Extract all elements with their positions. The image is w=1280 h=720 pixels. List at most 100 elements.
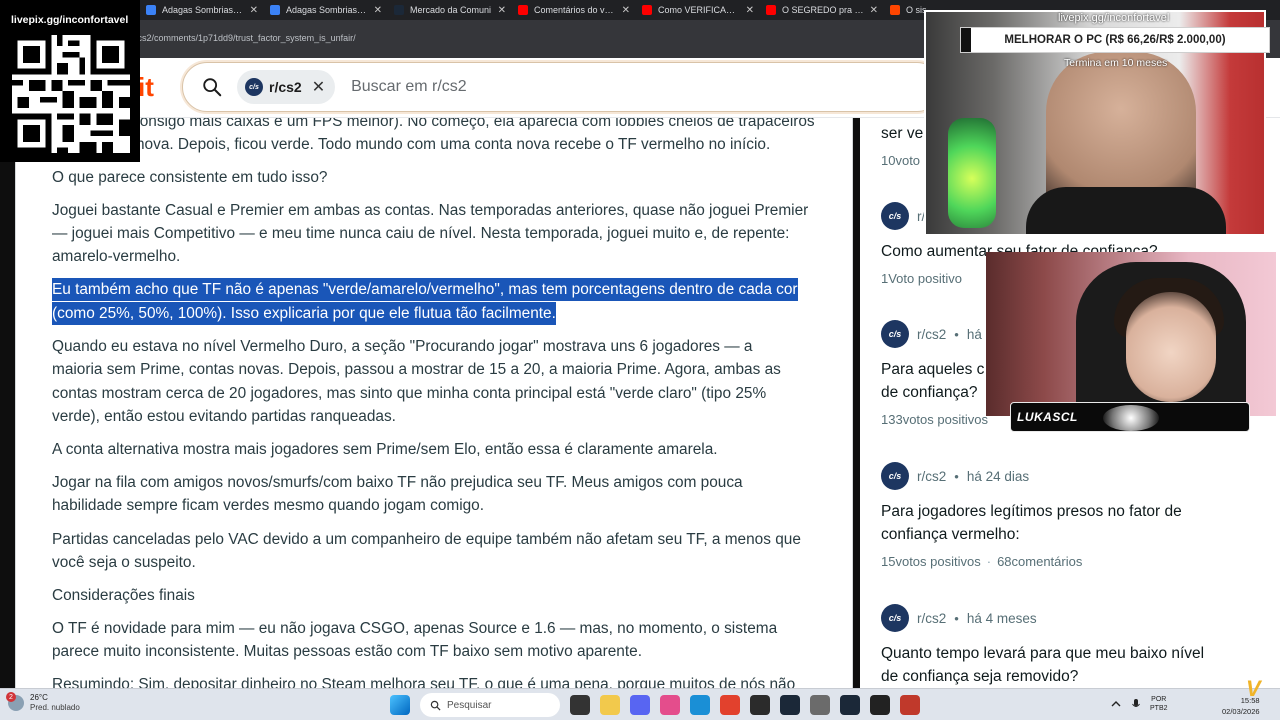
clock-date: 02/03/2026 [1222, 707, 1260, 716]
related-post-title-line2[interactable]: de confiança seja removido? [881, 665, 1241, 688]
related-post-stats: 15votos positivos · 68comentários [881, 554, 1241, 569]
weather-temperature: 26°C [30, 693, 48, 702]
settings-icon[interactable] [810, 695, 830, 715]
tab-close-icon[interactable]: ✕ [746, 5, 754, 16]
post-text-line: maioria sem Prime, contas novas. Depois,… [52, 361, 781, 378]
post-text-line: você seja o suspeito. [52, 554, 196, 571]
tab-close-icon[interactable]: ✕ [870, 5, 878, 16]
browser-tab[interactable]: Adagas Sombrias Do ✕ [140, 0, 264, 20]
chevron-up-icon[interactable] [1110, 698, 1122, 710]
url-text[interactable]: r/cs2/comments/1p71dd9/trust_factor_syst… [132, 33, 356, 43]
related-post-title-line2[interactable]: confiança vermelho: [881, 523, 1241, 546]
guest-face [1126, 292, 1216, 402]
post-text-line-selected: Eu também acho que TF não é apenas "verd… [52, 278, 798, 301]
related-post-comments: 68comentários [997, 554, 1083, 569]
tab-title: Comentários do víde [534, 5, 616, 15]
cs2-subreddit-icon: c/s [881, 462, 909, 490]
terminal-icon[interactable] [870, 695, 890, 715]
search-box[interactable]: c/s r/cs2 ✕ Buscar em r/cs2 [182, 62, 942, 112]
windows-taskbar: 2 26°C Pred. nublado Pesquisar POR PTB2 … [0, 688, 1280, 720]
steam-icon[interactable] [780, 695, 800, 715]
post-text-line-selected: (como 25%, 50%, 100%). Isso explicaria p… [52, 302, 556, 325]
windows-start-icon[interactable] [390, 695, 410, 715]
post-text-line: verde), então estou evitando partidas ra… [52, 408, 396, 425]
browser-tab[interactable]: Mercado da Comuni ✕ [388, 0, 512, 20]
search-icon [203, 78, 222, 97]
tab-close-icon[interactable]: ✕ [498, 5, 506, 16]
tab-title: Como VERIFICAR o T [658, 5, 740, 15]
obs-icon[interactable] [750, 695, 770, 715]
keyboard-layout: PTB2 [1150, 705, 1168, 712]
cs2-subreddit-icon: c/s [881, 604, 909, 632]
guest-nameplate: LUKASCL [1010, 402, 1250, 432]
photos-icon[interactable] [660, 695, 680, 715]
channel-watermark-icon: V [1246, 676, 1261, 701]
related-post[interactable]: c/s r/cs2 • há 24 dias Para jogadores le… [881, 462, 1241, 569]
tab-title: Adagas Sombrias Do [162, 5, 244, 15]
tab-favicon-icon [518, 5, 528, 15]
tab-favicon-icon [394, 5, 404, 15]
separator-dot: • [954, 326, 959, 342]
related-post-title[interactable]: Para jogadores legítimos presos no fator… [881, 500, 1241, 523]
nameplate-emblem-icon [1103, 405, 1159, 431]
qr-code-icon [12, 35, 130, 153]
discord-icon[interactable] [630, 695, 650, 715]
search-input[interactable]: Buscar em r/cs2 [351, 78, 467, 96]
related-post-subreddit[interactable]: r/cs2 [917, 327, 946, 342]
post-body: consigo mais caixas e um FPS melhor). No… [15, 118, 853, 688]
tab-title: O SEGREDO pra aum [782, 5, 864, 15]
related-post-subreddit[interactable]: r/cs2 [917, 469, 946, 484]
browser-tab[interactable]: Como VERIFICAR o T ✕ [636, 0, 760, 20]
related-post-votes: 15votos positivos [881, 554, 981, 569]
microphone-icon[interactable] [1130, 698, 1142, 710]
tab-close-icon[interactable]: ✕ [250, 5, 258, 16]
donation-goal-bar: MELHORAR O PC (R$ 66,26/R$ 2.000,00) [960, 27, 1270, 53]
taskbar-search-label: Pesquisar [447, 699, 492, 711]
cs2-subreddit-icon: c/s [881, 320, 909, 348]
donation-goal-text: MELHORAR O PC (R$ 66,26/R$ 2.000,00) [1004, 34, 1226, 46]
language-code: POR [1151, 696, 1167, 703]
donation-goal-progress [961, 28, 972, 52]
post-text-line: O que parece consistente em tudo isso? [52, 169, 328, 186]
screen: Adagas Sombrias Do ✕ Adagas Sombrias Do ✕ Me… [0, 0, 1280, 720]
tab-close-icon[interactable]: ✕ [622, 5, 630, 16]
browser-tab[interactable]: Adagas Sombrias Do ✕ [264, 0, 388, 20]
subreddit-filter-chip[interactable]: c/s r/cs2 ✕ [237, 70, 336, 104]
separator-dot: • [954, 468, 959, 484]
related-post[interactable]: c/s r/cs2 • há 4 meses Quanto tempo leva… [881, 604, 1241, 688]
tab-title: Mercado da Comuni [410, 5, 492, 15]
tab-close-icon[interactable]: ✕ [374, 5, 382, 16]
post-text-line: contas mostram cerca de 20 jogadores, ma… [52, 385, 767, 402]
related-post-time: há 24 dias [966, 468, 1030, 484]
related-post-subreddit[interactable]: r/cs2 [917, 611, 946, 626]
post-text-line: O TF é novidade para mim — eu não jogava… [52, 620, 778, 637]
chrome-icon[interactable] [720, 695, 740, 715]
taskbar-apps: Pesquisar [390, 693, 920, 717]
task-view-icon[interactable] [570, 695, 590, 715]
app-icon[interactable] [900, 695, 920, 715]
weather-widget[interactable]: 2 26°C Pred. nublado [6, 692, 80, 713]
related-post-title[interactable]: Quanto tempo levará para que meu baixo n… [881, 642, 1241, 665]
post-text-line: parece muito inconsistente. Muitas pesso… [52, 643, 642, 660]
notification-badge: 2 [6, 692, 16, 702]
tab-favicon-icon [890, 5, 900, 15]
close-icon[interactable]: ✕ [312, 77, 325, 97]
tab-favicon-icon [766, 5, 776, 15]
goal-link-label: livepix.gg/inconfortavel [1058, 12, 1170, 24]
browser-tab[interactable]: O SEGREDO pra aum ✕ [760, 0, 884, 20]
donation-goal-deadline: Termina em 10 meses [1064, 57, 1168, 69]
file-explorer-icon[interactable] [600, 695, 620, 715]
related-post-time: há 4 meses [966, 610, 1037, 626]
steam-alt-icon[interactable] [840, 695, 860, 715]
taskbar-search[interactable]: Pesquisar [420, 693, 560, 717]
donation-qr-panel: livepix.gg/inconfortavel [0, 0, 140, 162]
system-tray: POR PTB2 [1110, 695, 1168, 713]
post-text-line: nova. Depois, ficou verde. Todo mundo co… [136, 136, 771, 153]
post-text-line: Joguei bastante Casual e Premier em amba… [52, 202, 809, 219]
edge-icon[interactable] [690, 695, 710, 715]
language-indicator[interactable]: POR PTB2 [1150, 695, 1168, 713]
reddit-logo[interactable]: it [138, 72, 154, 103]
tab-favicon-icon [642, 5, 652, 15]
subreddit-filter-label: r/cs2 [269, 79, 302, 95]
browser-tab[interactable]: Comentários do víde ✕ [512, 0, 636, 20]
